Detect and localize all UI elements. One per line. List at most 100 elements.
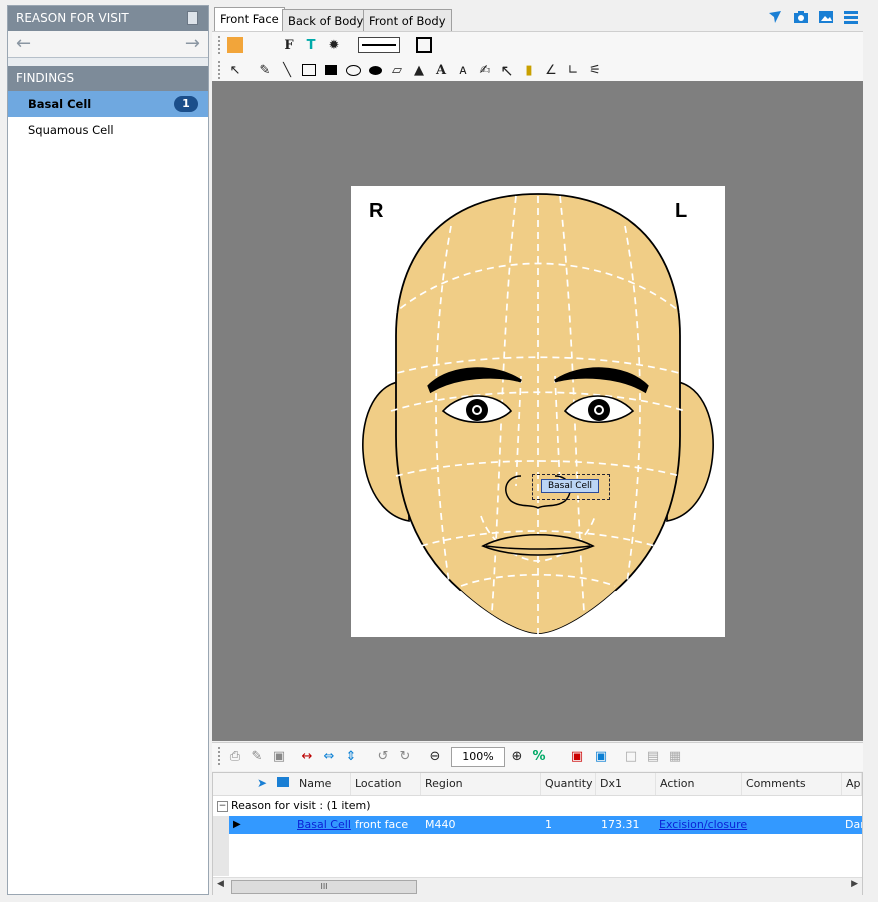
- grid-view-icon[interactable]: ▦: [666, 747, 684, 765]
- col-header-quantity[interactable]: Quantity: [541, 773, 596, 795]
- image-icon[interactable]: [818, 9, 834, 25]
- findings-title: FINDINGS: [16, 71, 75, 85]
- row-pointer-icon: ▶: [233, 819, 241, 830]
- line-style-dropdown[interactable]: [357, 36, 401, 54]
- cell-region: M440: [425, 818, 456, 831]
- ellipse-icon[interactable]: [344, 61, 362, 79]
- filled-polygon-icon[interactable]: ▲: [410, 61, 428, 79]
- border-color-icon[interactable]: [415, 36, 433, 54]
- fit-width-icon[interactable]: ↔: [298, 747, 316, 765]
- two-page-icon[interactable]: ▤: [644, 747, 662, 765]
- scroll-thumb[interactable]: III: [231, 880, 417, 894]
- menu-icon[interactable]: [843, 9, 859, 25]
- cell-quantity: 1: [545, 818, 552, 831]
- tab-front-face[interactable]: Front Face: [214, 7, 285, 32]
- pointer-icon[interactable]: [767, 9, 783, 25]
- scroll-right-icon[interactable]: ▶: [851, 879, 858, 889]
- group-row[interactable]: − Reason for visit : (1 item): [213, 797, 862, 815]
- arrow-left-icon[interactable]: ←: [16, 33, 31, 54]
- fill-color-icon[interactable]: [226, 36, 244, 54]
- scroll-left-icon[interactable]: ◀: [217, 879, 224, 889]
- single-page-icon[interactable]: □: [622, 747, 640, 765]
- highlight-text-icon[interactable]: ✍: [476, 61, 494, 79]
- col-header-comments[interactable]: Comments: [742, 773, 842, 795]
- camera-icon[interactable]: [793, 9, 809, 25]
- findings-grid: ➤ Name Location Region Quantity Dx1 Acti…: [212, 772, 863, 895]
- cell-name[interactable]: Basal Cell: [297, 816, 351, 834]
- horizontal-scrollbar[interactable]: ◀ III ▶: [213, 877, 862, 895]
- main-panel: Front Face Back of Body Front of Body F …: [212, 5, 863, 895]
- undo-icon[interactable]: ↺: [374, 747, 392, 765]
- tab-label: Front Face: [220, 12, 279, 26]
- findings-header: FINDINGS: [8, 66, 208, 91]
- col-header-name[interactable]: Name: [295, 773, 351, 795]
- group-label: Reason for visit : (1 item): [231, 799, 371, 812]
- front-face-figure[interactable]: R L Basal Cell: [351, 186, 725, 637]
- select-icon[interactable]: ↖: [226, 61, 244, 79]
- cell-app: Dar: [845, 818, 862, 831]
- finding-item-squamous-cell[interactable]: Squamous Cell: [8, 117, 208, 143]
- text-icon[interactable]: A: [432, 61, 450, 79]
- left-side-label: L: [675, 200, 688, 222]
- col-header-action[interactable]: Action: [656, 773, 742, 795]
- zoom-out-icon[interactable]: ⊖: [426, 747, 444, 765]
- zoom-fit-icon[interactable]: ▣: [568, 747, 586, 765]
- collapse-icon[interactable]: −: [217, 801, 228, 812]
- zoom-input[interactable]: 100%: [451, 747, 505, 767]
- finding-count-badge: 1: [174, 96, 198, 112]
- corner-icon[interactable]: ∟: [564, 61, 582, 79]
- cell-action-link[interactable]: Excision/closure: [659, 818, 747, 831]
- left-panel: REASON FOR VISIT ← → FINDINGS Basal Cell…: [7, 5, 209, 895]
- pencil-icon[interactable]: ✎: [256, 61, 274, 79]
- tab-front-of-body[interactable]: Front of Body: [363, 9, 452, 31]
- fit-page-icon[interactable]: ⇔: [320, 747, 338, 765]
- arrow-right-icon[interactable]: →: [185, 33, 200, 54]
- finding-label: Basal Cell: [28, 97, 92, 111]
- toolbar-draw: ↖ ✎ ╲ ▱ ▲ A ᴀ ✍ ↖ ▮ ∠ ∟ ⚟: [212, 57, 863, 84]
- rectangle-icon[interactable]: [300, 61, 318, 79]
- fit-height-icon[interactable]: ⇕: [342, 747, 360, 765]
- zoom-select-icon[interactable]: ▣: [592, 747, 610, 765]
- reason-for-visit-header: REASON FOR VISIT: [8, 6, 208, 31]
- line-icon[interactable]: ╲: [278, 61, 296, 79]
- tab-back-of-body[interactable]: Back of Body: [282, 9, 370, 31]
- camera-icon[interactable]: [277, 777, 289, 787]
- list-icon[interactable]: [187, 11, 198, 25]
- polygon-icon[interactable]: ▱: [388, 61, 406, 79]
- percent-dropdown[interactable]: %: [530, 747, 548, 765]
- cell-dx1: 173.31: [601, 818, 640, 831]
- cell-action[interactable]: Excision/closure: [659, 816, 747, 834]
- attach-icon[interactable]: ✎: [248, 747, 266, 765]
- right-side-label: R: [369, 200, 384, 222]
- ruler-icon[interactable]: ▮: [520, 61, 538, 79]
- col-header-app[interactable]: App: [842, 773, 862, 795]
- save-icon[interactable]: ▣: [270, 747, 288, 765]
- filled-rectangle-icon[interactable]: [322, 61, 340, 79]
- finding-item-basal-cell[interactable]: Basal Cell 1: [8, 91, 208, 117]
- brush-icon[interactable]: ✹: [325, 36, 343, 54]
- redo-icon[interactable]: ↻: [396, 747, 414, 765]
- print-icon[interactable]: ⎙: [226, 747, 244, 765]
- tab-label: Back of Body: [288, 14, 364, 28]
- col-header-dx1[interactable]: Dx1: [596, 773, 656, 795]
- cell-name-link[interactable]: Basal Cell: [297, 818, 351, 831]
- nav-row: ← →: [8, 31, 208, 58]
- col-header-region[interactable]: Region: [421, 773, 541, 795]
- zoom-in-icon[interactable]: ⊕: [508, 747, 526, 765]
- finding-label: Squamous Cell: [28, 123, 114, 137]
- text-color-icon[interactable]: T: [302, 36, 320, 54]
- pointer-arrow-icon[interactable]: ↖: [498, 61, 516, 80]
- grid-header: ➤ Name Location Region Quantity Dx1 Acti…: [213, 773, 862, 796]
- angle-icon[interactable]: ∠: [542, 61, 560, 79]
- row-indent: [213, 816, 229, 876]
- pointer-icon[interactable]: ➤: [257, 776, 267, 790]
- annotation-selection[interactable]: Basal Cell: [532, 474, 610, 500]
- drawing-canvas[interactable]: R L Basal Cell: [212, 81, 863, 741]
- text-style-icon[interactable]: ᴀ: [454, 61, 472, 79]
- col-header-location[interactable]: Location: [351, 773, 421, 795]
- font-icon[interactable]: F: [280, 36, 298, 54]
- filled-ellipse-icon[interactable]: [366, 61, 384, 79]
- eraser-icon[interactable]: ⚟: [586, 61, 604, 79]
- view-toolbar: ⎙ ✎ ▣ ↔ ⇔ ⇕ ↺ ↻ ⊖ 100% ⊕ % ▣ ▣ □ ▤ ▦: [212, 742, 863, 771]
- annotation-label[interactable]: Basal Cell: [541, 479, 599, 493]
